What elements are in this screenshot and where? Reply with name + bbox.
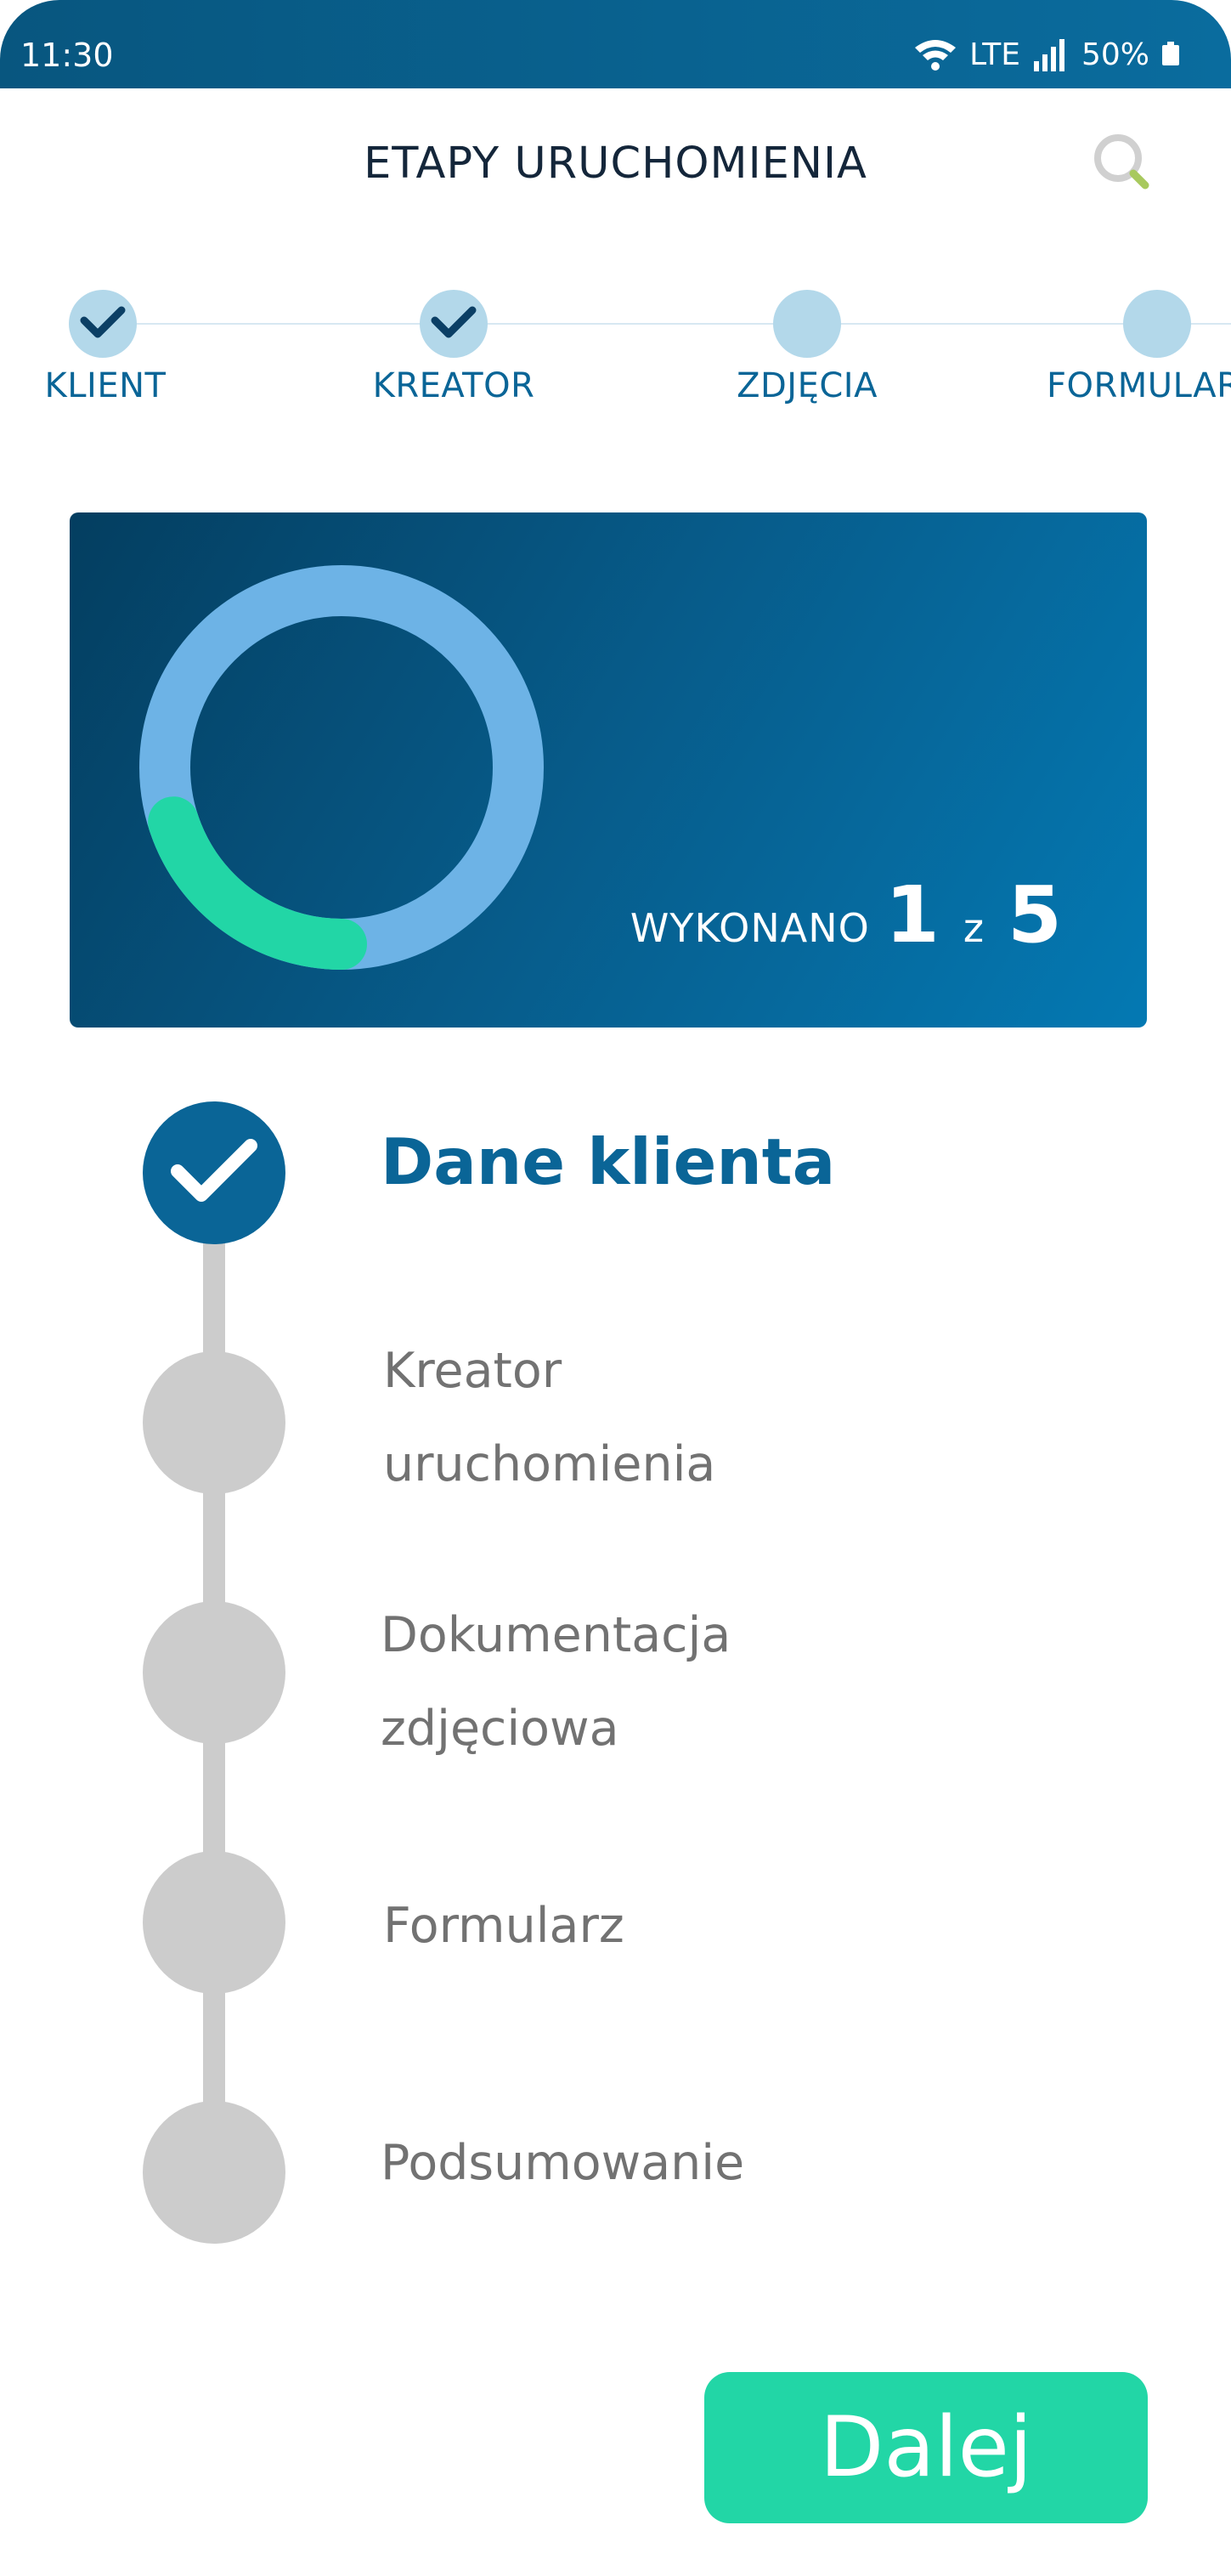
progress-ring	[139, 565, 544, 970]
progress-summary: WYKONANO 1 z 5	[630, 869, 1062, 960]
status-icons: LTE 50%	[913, 32, 1180, 76]
step-label-formularz[interactable]: FORMULARZ	[1019, 365, 1231, 406]
signal-icon	[1032, 37, 1070, 71]
page-title: ETAPY URUCHOMIENIA	[364, 139, 867, 189]
step-dot-kreator[interactable]	[420, 290, 488, 358]
progress-total: 5	[1007, 869, 1062, 960]
wifi-icon	[913, 37, 957, 71]
check-icon	[430, 303, 477, 344]
timeline-item-kreator-line2: uruchomienia	[383, 1436, 716, 1492]
progress-label: WYKONANO	[630, 905, 870, 951]
step-label-formularz-clip: FORMULARZ	[1019, 365, 1231, 408]
timeline-item-dokumentacja[interactable]: Dokumentacja zdjęciowa	[381, 1588, 731, 1775]
timeline-item-kreator[interactable]: Kreator uruchomienia	[383, 1324, 715, 1511]
step-dot-formularz[interactable]	[1123, 290, 1191, 358]
step-label-klient[interactable]: KLIENT	[37, 365, 173, 406]
timeline-item-dokumentacja-line2: zdjęciowa	[381, 1701, 619, 1757]
network-label: LTE	[969, 37, 1020, 72]
timeline-dot-dane-klienta[interactable]	[143, 1101, 285, 1244]
search-icon	[1089, 134, 1157, 201]
timeline-item-dokumentacja-line1: Dokumentacja	[381, 1607, 731, 1663]
timeline-dot-podsumowanie[interactable]	[143, 2101, 285, 2244]
progress-separator: z	[963, 905, 984, 951]
timeline-item-kreator-line1: Kreator	[383, 1343, 562, 1399]
progress-card: WYKONANO 1 z 5	[70, 512, 1147, 1028]
stepper-line	[102, 323, 1231, 325]
progress-completed: 1	[884, 869, 940, 960]
step-dot-zdjecia[interactable]	[773, 290, 841, 358]
timeline-item-dane-klienta[interactable]: Dane klienta	[381, 1124, 835, 1200]
step-label-kreator[interactable]: KREATOR	[360, 365, 547, 406]
check-icon	[167, 1135, 261, 1210]
battery-icon	[1161, 42, 1180, 67]
battery-percent: 50%	[1081, 37, 1149, 72]
timeline-dot-formularz[interactable]	[143, 1851, 285, 1994]
search-button[interactable]	[1089, 129, 1157, 197]
timeline-dot-kreator[interactable]	[143, 1351, 285, 1494]
step-label-zdjecia[interactable]: ZDJĘCIA	[722, 365, 892, 406]
next-button[interactable]: Dalej	[704, 2372, 1148, 2523]
status-time: 11:30	[20, 37, 114, 74]
check-icon	[79, 303, 127, 344]
timeline-item-formularz[interactable]: Formularz	[383, 1879, 624, 1973]
timeline-item-podsumowanie[interactable]: Podsumowanie	[381, 2116, 744, 2210]
timeline-dot-dokumentacja[interactable]	[143, 1601, 285, 1744]
step-dot-klient[interactable]	[69, 290, 137, 358]
